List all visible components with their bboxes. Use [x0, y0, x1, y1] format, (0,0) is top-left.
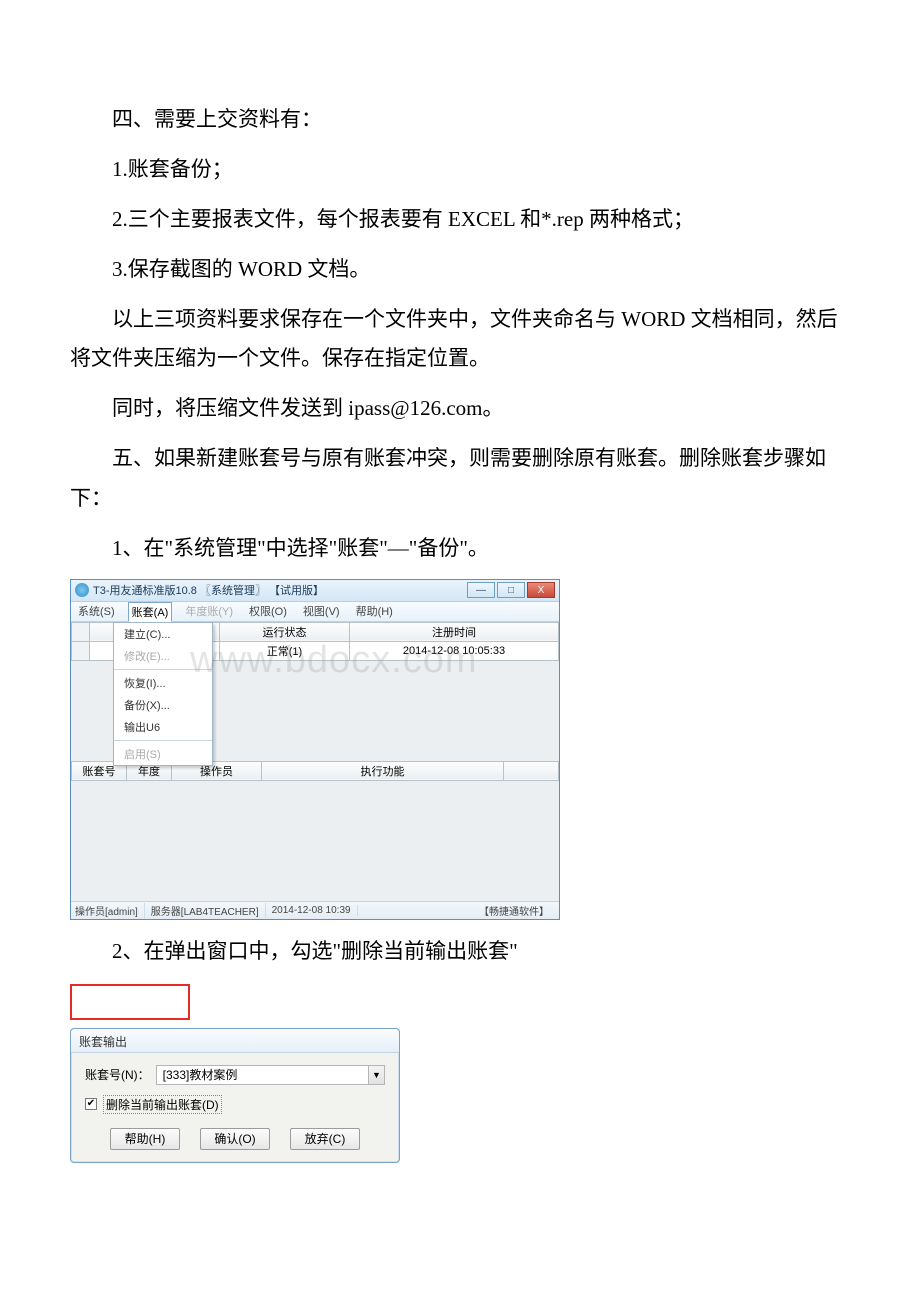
col-status: 运行状态	[220, 622, 350, 641]
menu-separator	[114, 740, 212, 741]
menu-year[interactable]: 年度账(Y)	[182, 602, 236, 620]
menu-item-restore[interactable]: 恢复(I)...	[114, 672, 212, 694]
status-brand: 【畅捷通软件】	[479, 903, 555, 918]
col-regtime: 注册时间	[350, 622, 559, 641]
row-stub	[72, 641, 90, 660]
window-title: T3-用友通标准版10.8 〖系统管理〗 【试用版】	[93, 582, 467, 598]
account-dropdown: 建立(C)... 修改(E)... 恢复(I)... 备份(X)... 输出U6…	[113, 622, 213, 766]
menu-item-backup[interactable]: 备份(X)...	[114, 694, 212, 716]
menu-help[interactable]: 帮助(H)	[353, 602, 396, 620]
step-1: 1、在"系统管理"中选择"账套"—"备份"。	[70, 529, 850, 569]
col-function: 执行功能	[262, 761, 504, 780]
col-blank	[504, 761, 559, 780]
account-output-dialog: 账套输出 账套号(N)： [333]教材案例 ▼ ✔ 删除当前输出账套(D) 帮…	[70, 1028, 400, 1163]
titlebar: T3-用友通标准版10.8 〖系统管理〗 【试用版】 — □ X	[71, 580, 559, 602]
delete-checkbox-label: 删除当前输出账套(D)	[103, 1095, 222, 1114]
red-highlight-box	[70, 984, 190, 1020]
menu-system[interactable]: 系统(S)	[75, 602, 118, 620]
step-2: 2、在弹出窗口中，勾选"删除当前输出账套"	[70, 932, 850, 972]
account-combobox[interactable]: [333]教材案例 ▼	[156, 1065, 385, 1085]
close-button[interactable]: X	[527, 582, 555, 598]
para-3: 3.保存截图的 WORD 文档。	[70, 250, 850, 290]
menubar: 系统(S) 账套(A) 年度账(Y) 权限(O) 视图(V) 帮助(H)	[71, 602, 559, 622]
dialog-title: 账套输出	[71, 1029, 399, 1053]
cell-status: 正常(1)	[220, 641, 350, 660]
maximize-button[interactable]: □	[497, 582, 525, 598]
menu-view[interactable]: 视图(V)	[300, 602, 343, 620]
row-stub	[72, 622, 90, 641]
menu-item-create[interactable]: 建立(C)...	[114, 623, 212, 645]
app-icon	[75, 583, 89, 597]
help-button[interactable]: 帮助(H)	[110, 1128, 180, 1150]
heading-4: 四、需要上交资料有：	[70, 100, 850, 140]
para-5: 同时，将压缩文件发送到 ipass@126.com。	[70, 389, 850, 429]
menu-item-output[interactable]: 输出U6	[114, 716, 212, 738]
statusbar: 操作员[admin] 服务器[LAB4TEACHER] 2014-12-08 1…	[71, 901, 559, 919]
para-1: 1.账套备份；	[70, 150, 850, 190]
menu-separator	[114, 669, 212, 670]
account-label: 账套号(N)：	[85, 1066, 150, 1083]
para-4: 以上三项资料要求保存在一个文件夹中，文件夹命名与 WORD 文档相同，然后将文件…	[70, 300, 850, 380]
status-time: 2014-12-08 10:39	[272, 905, 358, 916]
cancel-button[interactable]: 放弃(C)	[290, 1128, 360, 1150]
account-value: [333]教材案例	[163, 1066, 238, 1083]
menu-account[interactable]: 账套(A)	[128, 602, 173, 622]
menu-item-modify: 修改(E)...	[114, 645, 212, 667]
para-2: 2.三个主要报表文件，每个报表要有 EXCEL 和*.rep 两种格式；	[70, 200, 850, 240]
minimize-button[interactable]: —	[467, 582, 495, 598]
menu-item-enable: 启用(S)	[114, 743, 212, 765]
status-server: 服务器[LAB4TEACHER]	[151, 903, 266, 918]
menu-permission[interactable]: 权限(O)	[246, 602, 290, 620]
system-window: T3-用友通标准版10.8 〖系统管理〗 【试用版】 — □ X 系统(S) 账…	[70, 579, 560, 920]
cell-regtime: 2014-12-08 10:05:33	[350, 641, 559, 660]
chevron-down-icon[interactable]: ▼	[368, 1066, 384, 1084]
status-operator: 操作员[admin]	[75, 903, 145, 918]
blank-area	[71, 781, 559, 901]
ok-button[interactable]: 确认(O)	[200, 1128, 270, 1150]
heading-5: 五、如果新建账套号与原有账套冲突，则需要删除原有账套。删除账套步骤如下：	[70, 439, 850, 519]
delete-checkbox[interactable]: ✔	[85, 1098, 97, 1110]
